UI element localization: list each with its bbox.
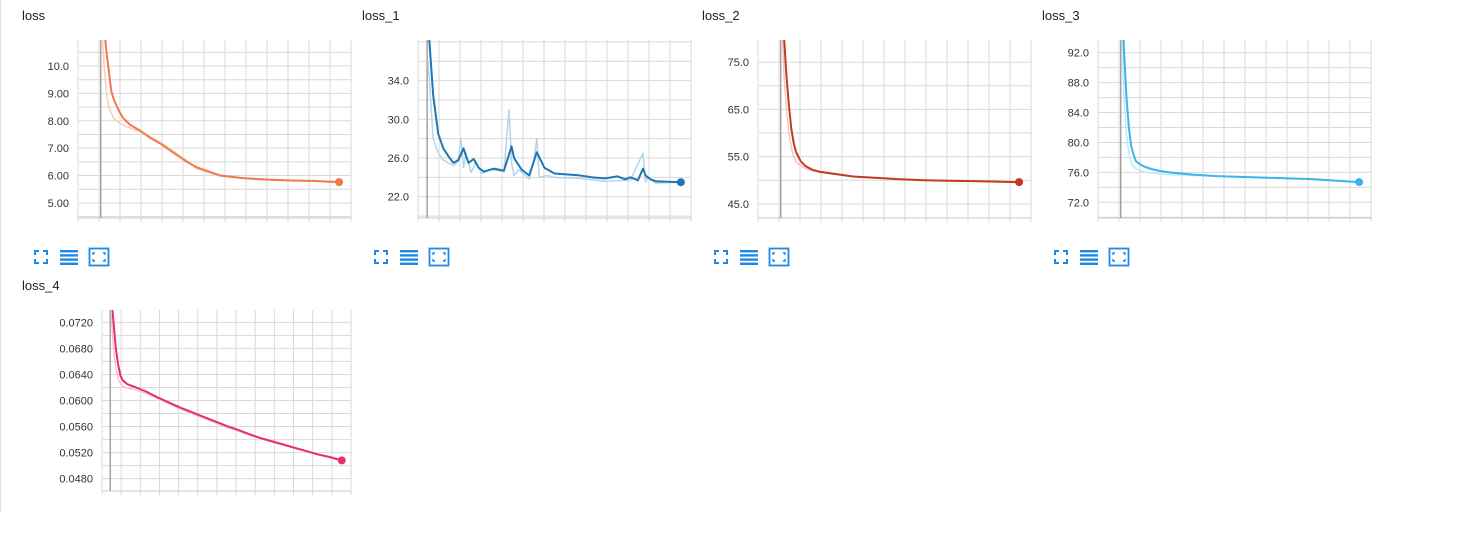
list-icon: [1080, 250, 1098, 265]
toggle-data-button[interactable]: [738, 246, 760, 268]
y-tick-label: 75.0: [728, 57, 749, 69]
fit-domain-icon: [768, 247, 790, 267]
fit-domain-button[interactable]: [88, 246, 110, 268]
fullscreen-button[interactable]: [1050, 246, 1072, 268]
y-tick-label: 6.00: [48, 171, 69, 183]
y-tick-label: 65.0: [728, 104, 749, 116]
chart-card: loss 5.00 6.00 7.00 8.00 9.00 10.0: [0, 0, 352, 270]
y-tick-label: 0.0720: [59, 317, 93, 329]
y-tick-label: 45.0: [728, 199, 749, 211]
y-tick-label: 26.0: [388, 153, 409, 165]
chart-card: loss_2 45.0 55.0 65.0 75.0: [680, 0, 1032, 270]
y-tick-label: 0.0560: [59, 422, 93, 434]
y-tick-label: 7.00: [48, 143, 69, 155]
list-icon: [60, 250, 78, 265]
fullscreen-icon: [374, 250, 388, 264]
y-tick-label: 30.0: [388, 114, 409, 126]
chart-title: loss: [22, 8, 46, 23]
fullscreen-button[interactable]: [30, 246, 52, 268]
series-line-raw: [110, 315, 343, 462]
series-line: [111, 310, 343, 462]
chart-card: loss_3 72.0 76.0 80.0 84.0 88.0 92.0: [1020, 0, 1372, 270]
fit-domain-button[interactable]: [428, 246, 450, 268]
fit-domain-button[interactable]: [768, 246, 790, 268]
series-line: [104, 40, 341, 184]
y-tick-label: 0.0600: [59, 396, 93, 408]
chart-toolbar: [30, 246, 120, 268]
chart-title: loss_3: [1042, 8, 1080, 23]
fullscreen-icon: [714, 250, 728, 264]
y-tick-label: 22.0: [388, 192, 409, 204]
series-line-raw: [101, 40, 340, 183]
fit-domain-icon: [88, 247, 110, 267]
y-tick-label: 8.00: [48, 116, 69, 128]
chart-toolbar: [1050, 246, 1140, 268]
chart-toolbar: [710, 246, 800, 268]
toggle-data-button[interactable]: [58, 246, 80, 268]
series-line: [1122, 40, 1361, 184]
chart-card: loss_1 22.0 26.0 30.0 34.0: [340, 0, 692, 270]
series-line: [783, 40, 1021, 184]
series-line-raw: [1121, 40, 1360, 183]
y-tick-label: 76.0: [1068, 167, 1089, 179]
list-icon: [400, 250, 418, 265]
fullscreen-button[interactable]: [370, 246, 392, 268]
y-tick-label: 88.0: [1068, 78, 1089, 90]
fit-domain-icon: [1108, 247, 1130, 267]
fullscreen-button[interactable]: [710, 246, 732, 268]
y-tick-label: 0.0480: [59, 474, 93, 486]
toggle-data-button[interactable]: [1078, 246, 1100, 268]
chart-card: loss_4 0.0480 0.0520 0.0560 0.0600 0.0640 0.06…: [0, 270, 352, 540]
y-tick-label: 34.0: [388, 76, 409, 88]
series-line-raw: [427, 60, 682, 184]
fullscreen-icon: [1054, 250, 1068, 264]
y-tick-label: 55.0: [728, 152, 749, 164]
y-tick-label: 72.0: [1068, 197, 1089, 209]
toggle-data-button[interactable]: [398, 246, 420, 268]
y-tick-label: 0.0520: [59, 448, 93, 460]
list-icon: [740, 250, 758, 265]
fullscreen-icon: [34, 250, 48, 264]
chart-title: loss_2: [702, 8, 740, 23]
y-tick-label: 9.00: [48, 88, 69, 100]
chart-toolbar: [370, 246, 460, 268]
y-tick-label: 10.0: [48, 61, 69, 73]
y-tick-label: 84.0: [1068, 108, 1089, 120]
y-tick-label: 5.00: [48, 198, 69, 210]
series-line-raw: [781, 40, 1020, 183]
y-tick-label: 0.0680: [59, 343, 93, 355]
y-tick-label: 0.0640: [59, 369, 93, 381]
chart-title: loss_1: [362, 8, 400, 23]
fit-domain-icon: [428, 247, 450, 267]
series-line: [428, 40, 682, 184]
y-tick-label: 92.0: [1068, 48, 1089, 60]
y-tick-label: 80.0: [1068, 137, 1089, 149]
fit-domain-button[interactable]: [1108, 246, 1130, 268]
chart-title: loss_4: [22, 278, 60, 293]
